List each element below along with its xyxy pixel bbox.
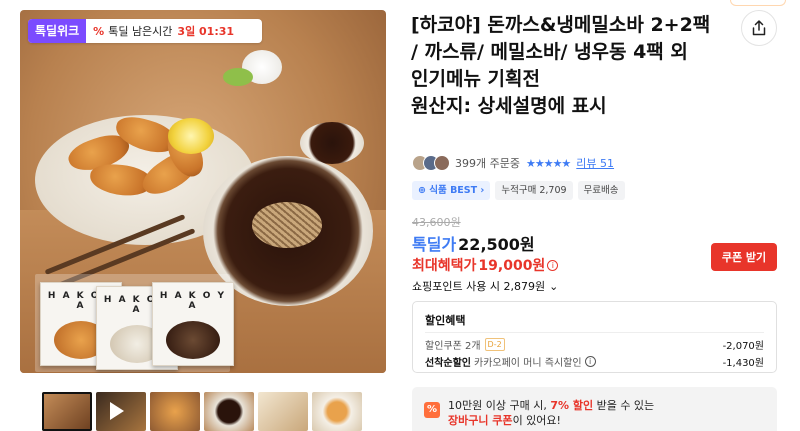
thumbnail-strip bbox=[42, 392, 362, 431]
deal-price-label: 톡딜가 bbox=[412, 235, 457, 254]
chevron-down-icon: ⌄ bbox=[549, 279, 559, 293]
discount-row-coupon: 할인쿠폰 2개 D-2 -2,070원 bbox=[425, 337, 764, 352]
get-coupon-button[interactable]: 쿠폰 받기 bbox=[711, 243, 777, 271]
points-text: 쇼핑포인트 사용 시 2,879원 bbox=[412, 280, 546, 293]
plus-circle-icon: ⊕ bbox=[418, 185, 430, 196]
deal-timer-value: 3일 01:31 bbox=[177, 25, 235, 38]
share-icon bbox=[752, 20, 766, 36]
cart-coupon-banner[interactable]: % 10만원 이상 구매 시, 7% 할인 받을 수 있는 장바구니 쿠폰이 있… bbox=[412, 387, 777, 431]
discount-benefits-box: 할인혜택 할인쿠폰 2개 D-2 -2,070원 선착순할인 카카오페이 머니 … bbox=[412, 301, 777, 373]
deal-price-value: 22,500원 bbox=[458, 235, 535, 254]
deal-week-logo: 톡딜위크 bbox=[28, 19, 87, 43]
discount-label: 카카오페이 머니 즉시할인 bbox=[474, 358, 582, 369]
discount-amount: -1,430원 bbox=[722, 358, 764, 369]
thumbnail-cutlet-and-soba[interactable] bbox=[42, 392, 92, 431]
wasabi bbox=[223, 68, 253, 86]
product-title: [하코야] 돈까스&냉메밀소바 2+2팩 / 까스류/ 메밀소바/ 냉우동 4팩… bbox=[411, 12, 711, 120]
info-icon[interactable]: i bbox=[584, 356, 596, 367]
thumbnail-menu-set[interactable] bbox=[258, 392, 308, 431]
share-tooltip-edge bbox=[730, 0, 786, 6]
percent-icon: % bbox=[93, 24, 105, 38]
order-count: 399개 주문중 bbox=[455, 157, 520, 170]
avatar bbox=[434, 155, 450, 171]
rating-stars: ★★★★★ bbox=[525, 156, 571, 170]
play-icon bbox=[110, 402, 124, 420]
tag-free-shipping: 무료배송 bbox=[577, 181, 625, 200]
product-name: [하코야] 돈까스&냉메밀소바 2+2팩 / 까스류/ 메밀소바/ 냉우동 4팩… bbox=[411, 14, 711, 90]
deal-timer-label: 톡딜 남은시간 bbox=[108, 25, 173, 38]
share-button[interactable] bbox=[741, 10, 777, 46]
max-benefit-price: 최대혜택가 19,000원 i bbox=[412, 255, 559, 275]
review-summary: 399개 주문중 ★★★★★ 리뷰 51 bbox=[412, 154, 614, 172]
product-main-image[interactable]: H A K O Y A H A K O Y A H A K O Y A 톡딜위크… bbox=[20, 10, 386, 373]
discount-label: 할인쿠폰 2개 bbox=[425, 341, 481, 352]
max-benefit-value: 19,000원 bbox=[478, 258, 546, 274]
review-link[interactable]: 리뷰 51 bbox=[576, 155, 614, 171]
tag-food-best[interactable]: ⊕ 식품 BEST › bbox=[412, 181, 491, 200]
cart-banner-line2: 장바구니 쿠폰이 있어요! bbox=[448, 414, 561, 427]
deal-timer-badge: 톡딜위크 % 톡딜 남은시간 3일 01:31 bbox=[28, 19, 262, 43]
points-usage[interactable]: 쇼핑포인트 사용 시 2,879원 ⌄ bbox=[412, 278, 558, 294]
lemon-wedge bbox=[168, 118, 214, 154]
max-benefit-label: 최대혜택가 bbox=[412, 258, 477, 274]
product-origin: 원산지: 상세설명에 표시 bbox=[411, 95, 607, 117]
thumbnail-cutlet-plate[interactable] bbox=[312, 392, 362, 431]
product-package: H A K O Y A bbox=[152, 282, 234, 366]
discount-header: 할인혜택 bbox=[425, 314, 466, 327]
product-tags: ⊕ 식품 BEST › 누적구매 2,709 무료배송 bbox=[412, 181, 625, 200]
dday-badge: D-2 bbox=[484, 338, 505, 351]
cart-banner-line1: 10만원 이상 구매 시, 7% 할인 받을 수 있는 bbox=[448, 399, 655, 412]
discount-row-first-come: 선착순할인 카카오페이 머니 즉시할인 i -1,430원 bbox=[425, 354, 764, 369]
thumbnail-cutlet-closeup[interactable] bbox=[150, 392, 200, 431]
buyer-avatars bbox=[412, 155, 450, 171]
thumbnail-video[interactable] bbox=[96, 392, 146, 431]
thumbnail-soba-bowl[interactable] bbox=[204, 392, 254, 431]
tag-cumulative-purchases: 누적구매 2,709 bbox=[495, 181, 573, 200]
info-icon[interactable]: i bbox=[547, 259, 559, 271]
percent-tag-icon: % bbox=[424, 402, 440, 418]
divider bbox=[425, 332, 764, 333]
deal-price: 톡딜가 22,500원 bbox=[412, 231, 535, 255]
discount-label-strong: 선착순할인 bbox=[425, 358, 471, 369]
soba-noodles bbox=[252, 202, 322, 248]
discount-amount: -2,070원 bbox=[722, 341, 764, 352]
original-price: 43,600원 bbox=[412, 216, 461, 229]
